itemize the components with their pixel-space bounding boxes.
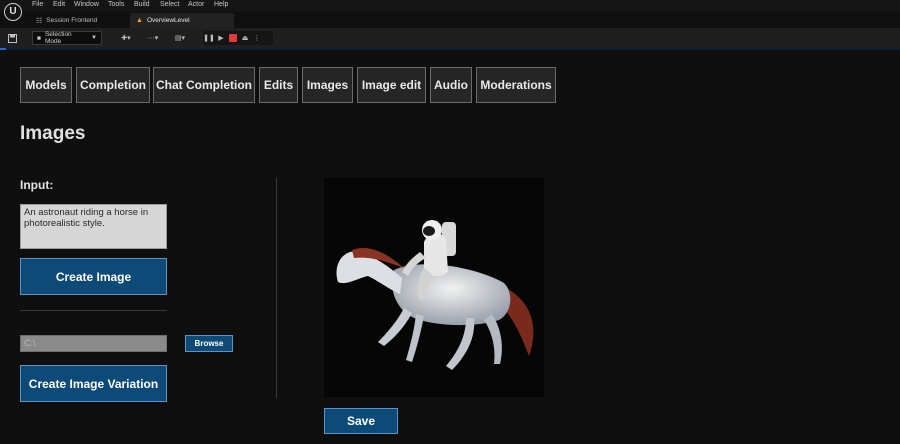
- play-controls: ❚❚ ▶ ⏏ ⋮: [203, 31, 273, 45]
- chevron-down-icon: ▼: [91, 35, 97, 41]
- stop-icon[interactable]: [227, 31, 239, 45]
- nav-image-edit[interactable]: Image edit: [357, 67, 426, 103]
- nav-completion[interactable]: Completion: [76, 67, 150, 103]
- document-tab-bar: ☷ Session Frontend ▲ OverviewLevel: [0, 12, 900, 28]
- menu-edit[interactable]: Edit: [53, 1, 65, 8]
- blueprint-icon[interactable]: ⋯▾: [142, 31, 164, 45]
- create-image-variation-button[interactable]: Create Image Variation: [20, 365, 167, 402]
- generated-image: [324, 178, 544, 397]
- level-icon: ▲: [136, 17, 143, 24]
- tab-session-frontend-label: Session Frontend: [46, 17, 98, 24]
- save-level-icon[interactable]: [6, 31, 18, 45]
- tab-session-frontend[interactable]: ☷ Session Frontend: [30, 13, 126, 28]
- selection-mode-label: Selection Mode: [44, 31, 72, 45]
- tab-overview-level-label: OverviewLevel: [146, 17, 190, 24]
- nav-audio[interactable]: Audio: [430, 67, 472, 103]
- menu-select[interactable]: Select: [160, 1, 179, 8]
- unreal-logo-icon[interactable]: U: [4, 3, 22, 21]
- cinematics-icon[interactable]: ▤▾: [170, 31, 190, 45]
- main-toolbar: ■ Selection Mode ▼ ✚▾ ⋯▾ ▤▾ ❚❚ ▶ ⏏ ⋮: [0, 28, 900, 48]
- selection-mode-dropdown[interactable]: ■ Selection Mode ▼: [32, 31, 102, 45]
- step-icon[interactable]: ▶: [215, 31, 227, 45]
- menu-file[interactable]: File: [32, 1, 43, 8]
- add-content-icon[interactable]: ✚▾: [116, 31, 136, 45]
- astronaut-horse-image: [324, 178, 544, 397]
- nav-chat-completion[interactable]: Chat Completion: [153, 67, 255, 103]
- page-title: Images: [20, 123, 86, 144]
- pause-icon[interactable]: ❚❚: [203, 31, 215, 45]
- create-image-button[interactable]: Create Image: [20, 258, 167, 295]
- nav-edits[interactable]: Edits: [259, 67, 298, 103]
- eject-icon[interactable]: ⏏: [239, 31, 251, 45]
- save-button[interactable]: Save: [324, 408, 398, 434]
- menu-build[interactable]: Build: [134, 1, 150, 8]
- nav-models[interactable]: Models: [20, 67, 72, 103]
- menu-tools[interactable]: Tools: [108, 1, 124, 8]
- column-divider: [276, 178, 277, 398]
- image-path-field[interactable]: C:\: [20, 335, 167, 352]
- browse-button[interactable]: Browse: [185, 335, 233, 352]
- menu-help[interactable]: Help: [214, 1, 228, 8]
- menu-window[interactable]: Window: [74, 1, 99, 8]
- tab-overview-level[interactable]: ▲ OverviewLevel: [130, 13, 234, 28]
- nav-moderations[interactable]: Moderations: [476, 67, 556, 103]
- selection-mode-icon: ■: [37, 34, 41, 42]
- prompt-input[interactable]: An astronaut riding a horse in photoreal…: [20, 204, 167, 249]
- section-divider: [20, 310, 167, 311]
- menu-bar: U File Edit Window Tools Build Select Ac…: [0, 0, 900, 21]
- openai-demo-widget: Models Completion Chat Completion Edits …: [0, 50, 900, 444]
- session-frontend-icon: ☷: [36, 17, 43, 25]
- menu-actor[interactable]: Actor: [188, 1, 204, 8]
- input-label: Input:: [20, 178, 54, 192]
- play-options-icon[interactable]: ⋮: [251, 31, 263, 45]
- nav-images[interactable]: Images: [302, 67, 353, 103]
